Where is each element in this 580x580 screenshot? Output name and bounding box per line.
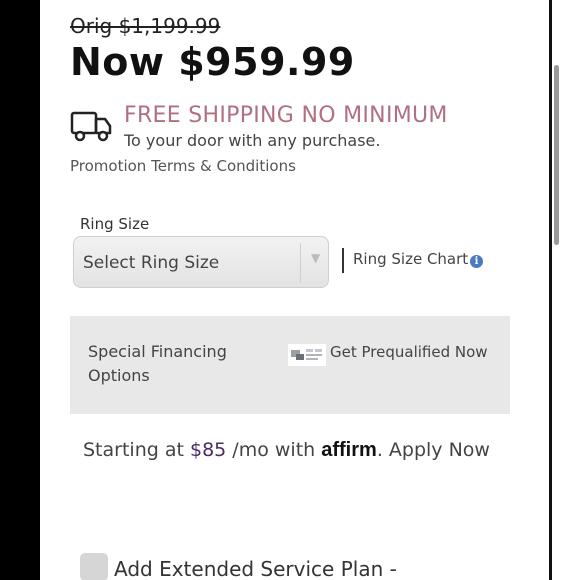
device-bezel — [545, 0, 580, 580]
ring-size-select[interactable]: Select Ring Size ▼ — [73, 236, 329, 288]
ring-size-chart-link[interactable]: Ring Size Chart — [353, 250, 468, 268]
affirm-logo: affirm — [321, 439, 377, 461]
info-icon[interactable]: i — [470, 255, 483, 268]
financing-panel: Special Financing Options Get Prequalifi… — [70, 316, 510, 414]
original-price: Orig $1,199.99 — [70, 14, 221, 38]
select-divider — [300, 243, 301, 283]
product-page: Orig $1,199.99 Now $959.99 FREE SHIPPING… — [40, 0, 545, 580]
link-divider — [342, 248, 344, 273]
extended-service-plan-label: Add Extended Service Plan - — [114, 557, 397, 580]
scrollbar[interactable] — [554, 65, 559, 245]
free-shipping-title: FREE SHIPPING NO MINIMUM — [124, 103, 448, 128]
current-price: Now $959.99 — [70, 40, 355, 84]
affirm-financing-line: Starting at $85 /mo with affirm. Apply N… — [83, 439, 490, 462]
extended-service-plan-checkbox[interactable] — [80, 553, 108, 580]
chevron-down-icon: ▼ — [311, 251, 321, 265]
ring-size-select-value: Select Ring Size — [83, 253, 220, 273]
truck-icon — [70, 111, 112, 142]
promotion-terms-link[interactable]: Promotion Terms & Conditions — [70, 157, 296, 175]
get-prequalified-link[interactable]: Get Prequalified Now — [330, 343, 488, 361]
affirm-monthly-amount: $85 — [189, 439, 227, 461]
free-shipping-subtitle: To your door with any purchase. — [124, 131, 381, 150]
ring-size-label: Ring Size — [80, 215, 150, 233]
affirm-apply-now-link[interactable]: . Apply Now — [377, 439, 490, 461]
affirm-prefix: Starting at — [83, 439, 184, 461]
affirm-per-month: /mo with — [232, 439, 316, 461]
prequalify-card-icon — [288, 344, 326, 366]
special-financing-label: Special Financing Options — [88, 342, 227, 385]
